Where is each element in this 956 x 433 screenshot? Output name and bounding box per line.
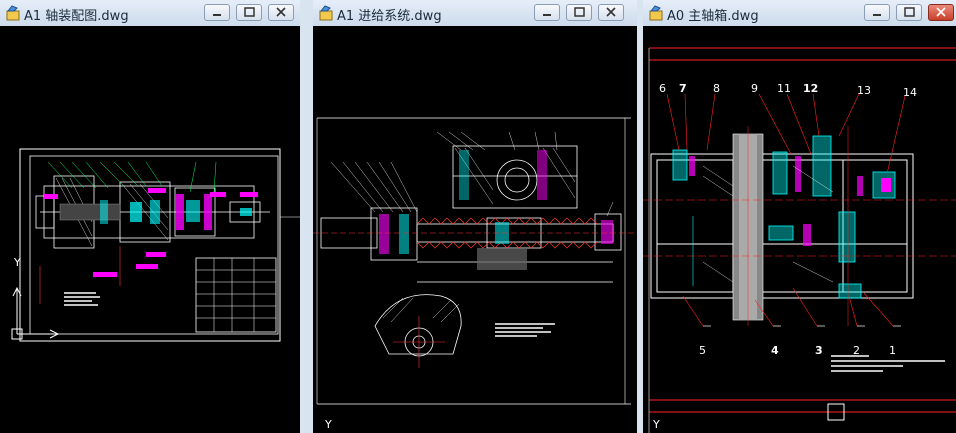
ucs-y-label: Y [14, 256, 21, 269]
callout-label: 14 [903, 86, 917, 99]
callout-label: 2 [853, 344, 860, 357]
window-3-titlebar[interactable]: A0 主轴箱.dwg [643, 0, 956, 27]
drawing-canvas-3[interactable]: 6 7 8 9 11 12 13 14 5 4 3 2 1 Y [643, 26, 956, 433]
dwg-file-icon [6, 5, 20, 21]
drawing-window-3[interactable]: A0 主轴箱.dwg 6 7 8 9 11 12 13 14 5 4 3 2 1… [643, 0, 956, 433]
dwg-file-icon [649, 5, 663, 21]
window-2-title: A1 进给系统.dwg [337, 9, 442, 24]
window-1-title: A1 轴装配图.dwg [24, 9, 129, 24]
callout-label: 6 [659, 82, 666, 95]
ucs-y-label: Y [653, 418, 660, 431]
callout-label: 13 [857, 84, 871, 97]
drawing-canvas-2[interactable]: Y [313, 26, 637, 433]
callout-label: 7 [679, 82, 687, 95]
callout-label: 11 [777, 82, 791, 95]
cad-drawing-shaft-assembly [11, 148, 300, 342]
maximize-button[interactable] [896, 4, 922, 21]
window-2-titlebar[interactable]: A1 进给系统.dwg [313, 0, 637, 27]
cad-drawing-feed-system [313, 117, 637, 405]
close-button[interactable] [928, 4, 954, 21]
minimize-button[interactable] [534, 4, 560, 21]
window-1-titlebar[interactable]: A1 轴装配图.dwg [0, 0, 300, 27]
close-button[interactable] [598, 4, 624, 21]
maximize-button[interactable] [566, 4, 592, 21]
callout-label: 8 [713, 82, 720, 95]
minimize-button[interactable] [864, 4, 890, 21]
callout-label: 9 [751, 82, 758, 95]
window-3-title: A0 主轴箱.dwg [667, 9, 759, 24]
close-button[interactable] [268, 4, 294, 21]
callout-label: 1 [889, 344, 896, 357]
ucs-y-label: Y [325, 418, 332, 431]
callout-label: 4 [771, 344, 779, 357]
drawing-canvas-1[interactable]: Y [0, 26, 300, 433]
dwg-file-icon [319, 5, 333, 21]
maximize-button[interactable] [236, 4, 262, 21]
drawing-window-2[interactable]: A1 进给系统.dwg Y [313, 0, 640, 433]
drawing-window-1[interactable]: A1 轴装配图.dwg Y [0, 0, 303, 433]
minimize-button[interactable] [204, 4, 230, 21]
callout-label: 3 [815, 344, 823, 357]
callout-label: 5 [699, 344, 706, 357]
callout-label: 12 [803, 82, 819, 95]
